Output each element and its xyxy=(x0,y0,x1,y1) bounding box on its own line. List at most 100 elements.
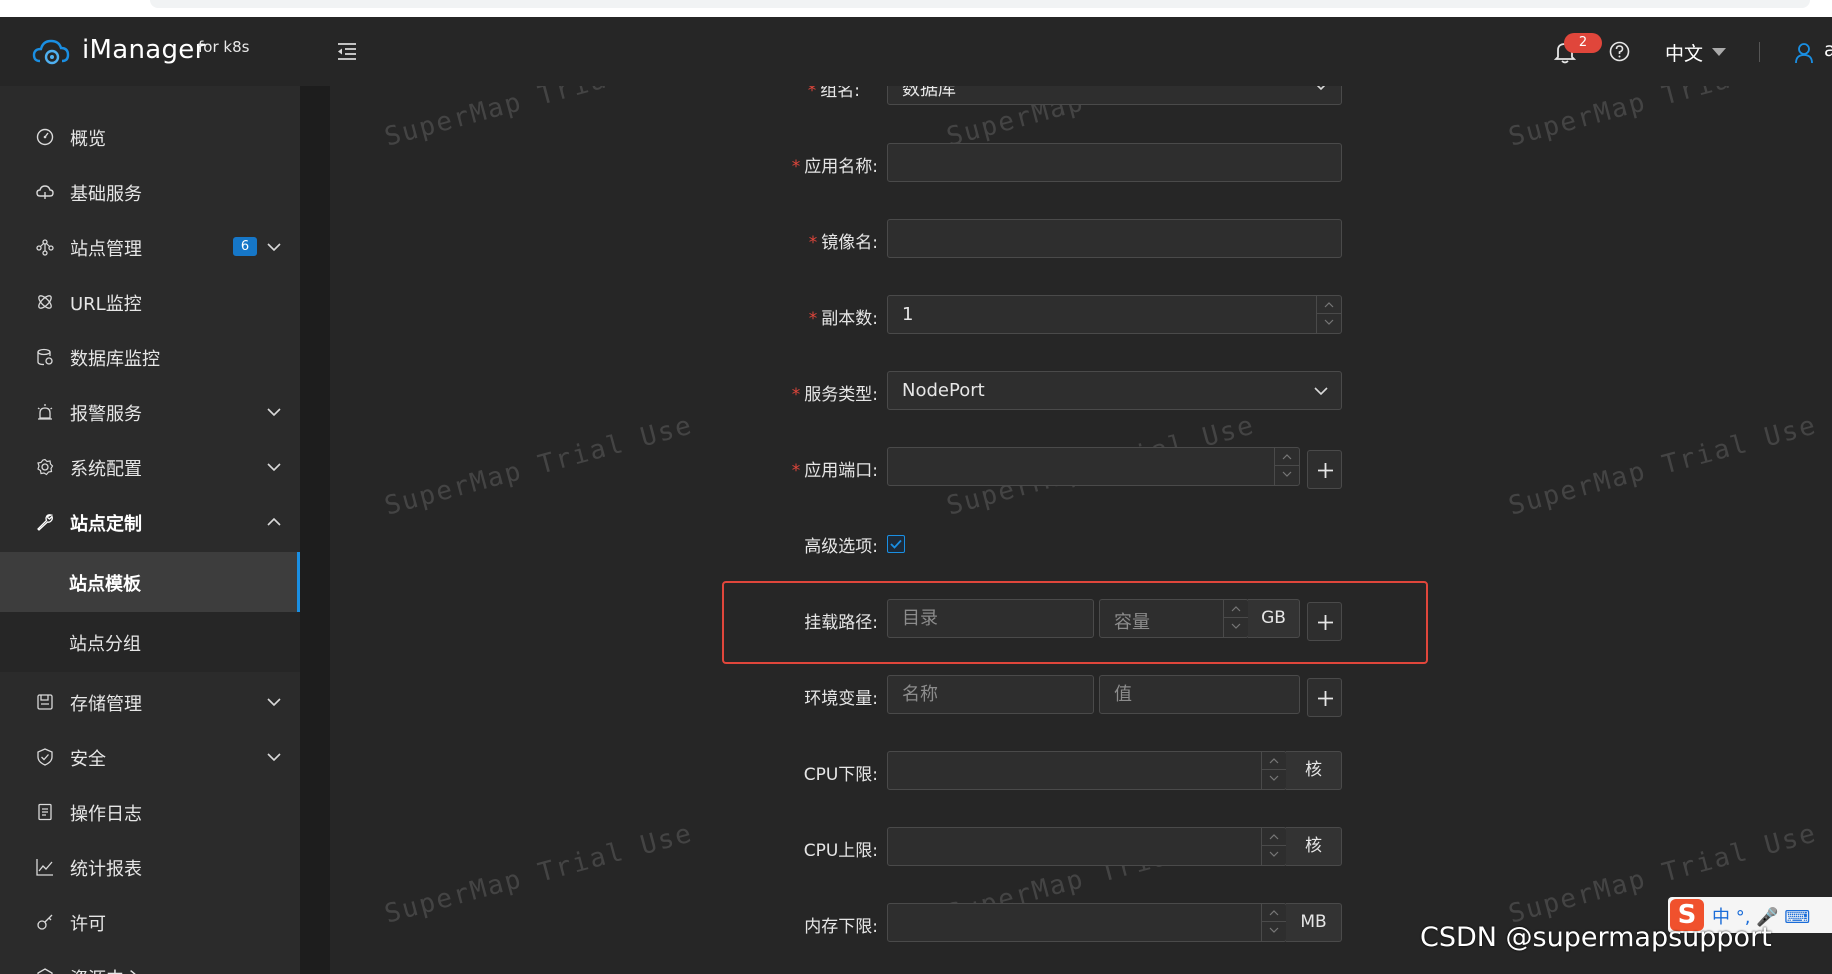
site-custom-submenu: 站点模板 站点分组 xyxy=(0,552,300,672)
main-content: SuperMap Trial Use SuperMap Trial Use Su… xyxy=(300,86,1832,974)
add-port-button[interactable] xyxy=(1307,450,1342,489)
mem-min-stepper-buttons xyxy=(1261,904,1286,941)
replicas-stepper-buttons xyxy=(1316,296,1341,333)
sidebar-item-label: 资源中心 xyxy=(70,965,142,974)
checkmark-icon xyxy=(890,539,902,549)
sidebar-item-license[interactable]: 许可 xyxy=(0,895,300,950)
cpu-min-label: CPU下限: xyxy=(803,765,878,785)
imanager-logo-icon xyxy=(32,39,70,65)
brand-title: iManager xyxy=(82,35,206,65)
resource-icon xyxy=(37,968,53,974)
sidebar-item-label: 基础服务 xyxy=(70,184,142,205)
app-port-stepper[interactable] xyxy=(887,447,1300,486)
service-type-value: NodePort xyxy=(902,380,985,401)
sidebar-item-label: 统计报表 xyxy=(70,859,142,880)
chevron-down-icon[interactable] xyxy=(266,459,282,475)
watermark: SuperMap Trial Use xyxy=(381,818,697,930)
sidebar-item-statistics[interactable]: 统计报表 xyxy=(0,840,300,895)
service-type-label: * 服务类型: xyxy=(791,385,878,405)
decrement-button[interactable] xyxy=(1317,314,1341,332)
decrement-button[interactable] xyxy=(1262,922,1286,940)
cpu-max-stepper[interactable] xyxy=(887,827,1287,866)
sidebar-item-site-custom[interactable]: 站点定制 xyxy=(0,495,300,550)
wrench-icon xyxy=(37,514,54,531)
browser-address-bar[interactable] xyxy=(150,0,1810,8)
increment-button[interactable] xyxy=(1224,600,1248,618)
sidebar-subitem-site-group[interactable]: 站点分组 xyxy=(0,612,300,672)
notification-badge: 2 xyxy=(1564,33,1602,53)
mem-min-stepper[interactable] xyxy=(887,903,1287,942)
plus-icon xyxy=(1318,615,1333,630)
replicas-stepper[interactable]: 1 xyxy=(887,295,1342,334)
watermark: SuperMap Trial Use xyxy=(1505,410,1821,522)
image-name-input[interactable] xyxy=(887,219,1342,258)
sidebar-subitem-label: 站点模板 xyxy=(69,574,141,595)
sidebar-subitem-label: 站点分组 xyxy=(69,634,141,655)
help-icon[interactable] xyxy=(1609,41,1630,62)
add-env-button[interactable] xyxy=(1307,678,1342,717)
sidebar-item-label: 操作日志 xyxy=(70,804,142,825)
sidebar-subitem-site-template[interactable]: 站点模板 xyxy=(0,552,300,612)
chevron-down-icon[interactable] xyxy=(266,749,282,765)
storage-icon xyxy=(37,694,53,710)
sidebar-item-resource-center[interactable]: 资源中心 xyxy=(0,950,300,974)
plus-icon xyxy=(1318,691,1333,706)
sidebar-item-system-config[interactable]: 系统配置 xyxy=(0,440,300,495)
mount-path-label: 挂载路径: xyxy=(804,613,878,633)
chevron-down-icon[interactable] xyxy=(266,404,282,420)
sidebar-item-overview[interactable]: 概览 xyxy=(0,110,300,165)
gear-icon xyxy=(37,458,54,476)
shield-icon xyxy=(37,748,53,766)
chevron-down-icon[interactable] xyxy=(266,239,282,255)
sidebar-item-database-monitor[interactable]: 数据库监控 xyxy=(0,330,300,385)
caret-down-icon[interactable] xyxy=(1712,48,1726,56)
chevron-down-icon[interactable] xyxy=(266,694,282,710)
mount-dir-input[interactable] xyxy=(887,599,1094,638)
service-type-select[interactable]: NodePort xyxy=(887,371,1342,410)
increment-button[interactable] xyxy=(1275,448,1299,466)
chevron-up-icon[interactable] xyxy=(266,514,282,530)
sidebar-item-label: 报警服务 xyxy=(70,404,142,425)
decrement-button[interactable] xyxy=(1224,618,1248,636)
language-selector[interactable]: 中文 xyxy=(1665,39,1703,66)
sidebar-item-operation-log[interactable]: 操作日志 xyxy=(0,785,300,840)
group-select[interactable]: 数据库 xyxy=(887,86,1342,105)
increment-button[interactable] xyxy=(1262,904,1286,922)
add-mount-button[interactable] xyxy=(1307,602,1342,641)
cpu-min-stepper[interactable] xyxy=(887,751,1287,790)
cpu-max-label: CPU上限: xyxy=(803,841,878,861)
sidebar-item-site-management[interactable]: 站点管理 6 xyxy=(0,220,300,275)
decrement-button[interactable] xyxy=(1262,770,1286,788)
advanced-checkbox[interactable] xyxy=(887,535,905,553)
app-port-label: * 应用端口: xyxy=(791,461,878,481)
sidebar-item-storage[interactable]: 存储管理 xyxy=(0,675,300,730)
env-name-input[interactable] xyxy=(887,675,1094,714)
user-name[interactable]: a xyxy=(1824,39,1832,61)
site-network-icon xyxy=(36,239,54,256)
log-icon xyxy=(38,803,52,821)
user-icon[interactable] xyxy=(1794,42,1814,64)
sidebar-item-label: 站点管理 xyxy=(70,239,142,260)
app-name-input[interactable] xyxy=(887,143,1342,182)
increment-button[interactable] xyxy=(1262,752,1286,770)
mount-capacity-stepper[interactable]: 容量 xyxy=(1099,599,1249,638)
url-monitor-icon xyxy=(38,295,52,309)
sidebar-item-basic-services[interactable]: 基础服务 xyxy=(0,165,300,220)
watermark: SuperMap Trial Use xyxy=(1505,86,1821,153)
menu-collapse-icon[interactable] xyxy=(336,40,358,62)
sidebar-item-url-monitor[interactable]: URL监控 xyxy=(0,275,300,330)
increment-button[interactable] xyxy=(1262,828,1286,846)
sidebar-item-label: 数据库监控 xyxy=(70,349,160,370)
chevron-down-icon xyxy=(1316,86,1326,91)
database-monitor-icon xyxy=(37,348,53,366)
chevron-down-icon xyxy=(1314,387,1328,396)
sidebar-item-security[interactable]: 安全 xyxy=(0,730,300,785)
plus-icon xyxy=(1318,463,1333,478)
sidebar-item-alarm-service[interactable]: 报警服务 xyxy=(0,385,300,440)
decrement-button[interactable] xyxy=(1262,846,1286,864)
cpu-min-unit: 核 xyxy=(1286,751,1342,790)
env-value-input[interactable] xyxy=(1099,675,1300,714)
increment-button[interactable] xyxy=(1317,296,1341,314)
decrement-button[interactable] xyxy=(1275,466,1299,484)
sidebar-item-label: 概览 xyxy=(70,129,106,150)
